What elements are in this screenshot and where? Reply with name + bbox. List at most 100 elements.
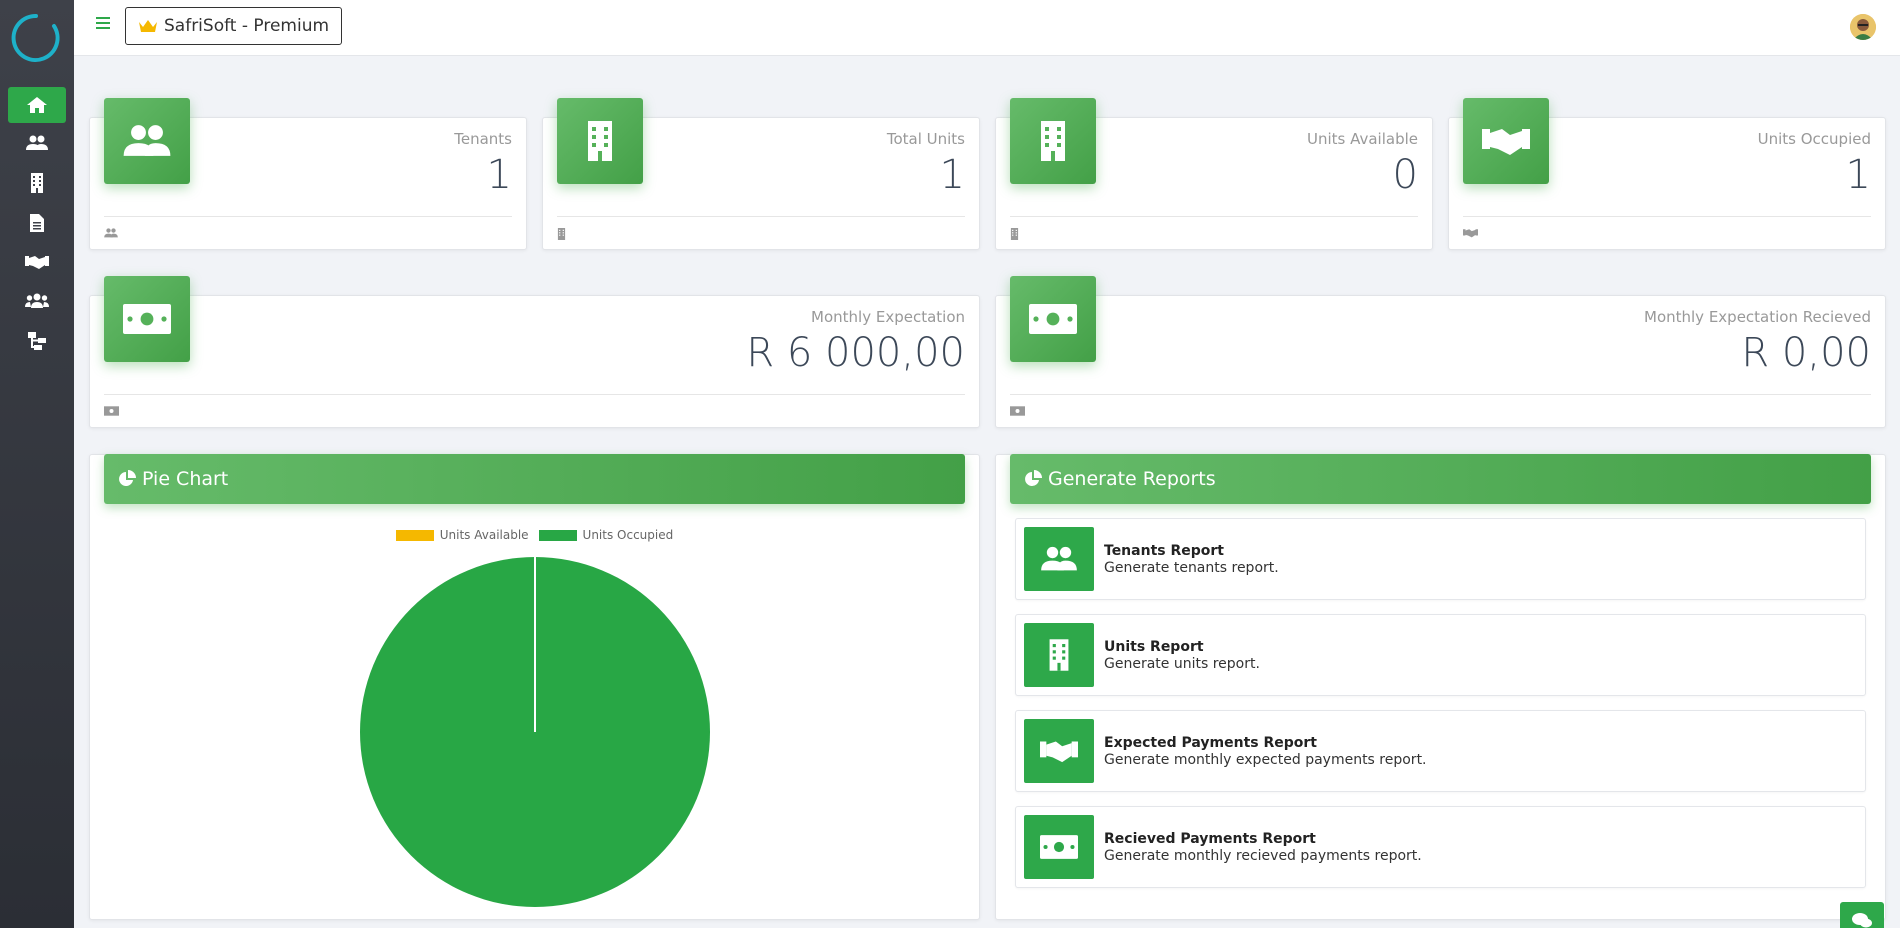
brand-button[interactable]: SafriSoft - Premium [125, 7, 343, 45]
pie-chart-icon [119, 470, 136, 486]
panel-title: Pie Chart [142, 468, 229, 490]
stat-label: Monthly Expectation Recieved [1644, 308, 1871, 326]
topbar: SafriSoft - Premium [74, 0, 1900, 56]
report-title: Tenants Report [1104, 543, 1224, 559]
stat-value: R 6 000,00 [746, 330, 965, 376]
divider [1010, 394, 1871, 395]
report-icon [1024, 527, 1094, 591]
report-received-payments[interactable]: Recieved Payments Report Generate monthl… [1015, 806, 1866, 888]
money-icon [1029, 304, 1077, 334]
report-title: Expected Payments Report [1104, 735, 1317, 751]
chat-button[interactable] [1840, 902, 1884, 928]
pie-chart [360, 557, 710, 907]
stat-label: Tenants [454, 130, 512, 148]
sidebar-item-leases[interactable] [8, 244, 66, 280]
reports-panel: Generate Reports Tenants Report Generate… [995, 454, 1886, 920]
money-icon [1040, 835, 1078, 859]
building-icon [1049, 639, 1069, 671]
stat-badge [1463, 98, 1549, 184]
divider [104, 394, 965, 395]
sidebar-item-users[interactable] [8, 283, 66, 319]
sidebar-item-units[interactable] [8, 165, 66, 201]
stat-badge [104, 276, 190, 362]
stat-badge [1010, 98, 1096, 184]
sidebar [0, 0, 74, 928]
legend-label: Units Occupied [582, 528, 674, 542]
stat-value: 1 [939, 152, 965, 198]
users-icon [104, 228, 118, 238]
stat-label: Monthly Expectation [811, 308, 965, 326]
report-icon [1024, 815, 1094, 879]
building-icon [557, 228, 566, 240]
money-icon [1010, 406, 1025, 416]
sitemap-icon [28, 332, 46, 350]
user-avatar[interactable] [1850, 14, 1876, 40]
stat-label: Units Available [1306, 130, 1418, 148]
handshake-icon [1482, 129, 1530, 155]
crown-icon [139, 20, 157, 32]
building-icon [31, 173, 43, 193]
stat-label: Units Occupied [1757, 130, 1871, 148]
stat-card-tenants: Tenants 1 [89, 98, 527, 250]
divider [1463, 216, 1871, 217]
stat-value: 1 [1845, 152, 1871, 198]
chart-legend: Units Available Units Occupied [90, 528, 979, 542]
handshake-icon [1040, 741, 1078, 763]
building-icon [1010, 228, 1019, 240]
divider [557, 216, 965, 217]
chat-icon [1852, 913, 1872, 928]
money-icon [123, 304, 171, 334]
users-icon [26, 135, 48, 150]
report-expected-payments[interactable]: Expected Payments Report Generate monthl… [1015, 710, 1866, 792]
report-desc: Generate tenants report. [1104, 560, 1279, 576]
stat-card-monthly-received: Monthly Expectation Recieved R 0,00 [995, 276, 1886, 428]
stat-card-units-available: Units Available 0 [995, 98, 1433, 250]
stat-label: Total Units [886, 130, 965, 148]
sidebar-item-structure[interactable] [8, 323, 66, 359]
users-icon [1041, 546, 1077, 571]
legend-item-units-available[interactable]: Units Available [395, 528, 529, 542]
stat-value: 0 [1392, 152, 1418, 198]
divider [1010, 216, 1418, 217]
brand-label: SafriSoft - Premium [164, 16, 330, 36]
stat-badge [1010, 276, 1096, 362]
report-tenants[interactable]: Tenants Report Generate tenants report. [1015, 518, 1866, 600]
group-icon [25, 293, 49, 308]
report-title: Units Report [1104, 639, 1204, 655]
report-desc: Generate monthly recieved payments repor… [1104, 848, 1422, 864]
home-icon [27, 97, 47, 113]
divider [104, 216, 512, 217]
report-icon [1024, 623, 1094, 687]
stat-badge [104, 98, 190, 184]
building-icon [1041, 121, 1065, 161]
legend-label: Units Available [439, 528, 529, 542]
report-title: Recieved Payments Report [1104, 831, 1316, 847]
pie-chart-icon [1025, 470, 1042, 486]
stat-card-total-units: Total Units 1 [542, 98, 980, 250]
report-units[interactable]: Units Report Generate units report. [1015, 614, 1866, 696]
sidebar-item-documents[interactable] [8, 205, 66, 241]
panel-header: Generate Reports [1010, 454, 1871, 504]
panel-header: Pie Chart [104, 454, 965, 504]
legend-swatch [395, 529, 434, 541]
handshake-icon [1463, 229, 1478, 238]
report-desc: Generate units report. [1104, 656, 1260, 672]
stat-card-units-occupied: Units Occupied 1 [1448, 98, 1886, 250]
legend-item-units-occupied[interactable]: Units Occupied [538, 528, 674, 542]
legend-swatch [538, 529, 577, 541]
stat-badge [557, 98, 643, 184]
report-desc: Generate monthly expected payments repor… [1104, 752, 1427, 768]
money-icon [104, 406, 119, 416]
stat-value: R 0,00 [1741, 330, 1871, 376]
pie-chart-panel: Pie Chart Units Available Units Occupied [89, 454, 980, 920]
report-icon [1024, 719, 1094, 783]
users-icon [123, 125, 171, 156]
sidebar-item-tenants[interactable] [8, 125, 66, 161]
app-logo[interactable] [10, 12, 62, 64]
document-icon [30, 214, 44, 232]
handshake-icon [25, 256, 49, 269]
menu-toggle-icon[interactable] [96, 17, 110, 29]
sidebar-item-home[interactable] [8, 87, 66, 123]
panel-title: Generate Reports [1048, 468, 1216, 490]
stat-value: 1 [486, 152, 512, 198]
